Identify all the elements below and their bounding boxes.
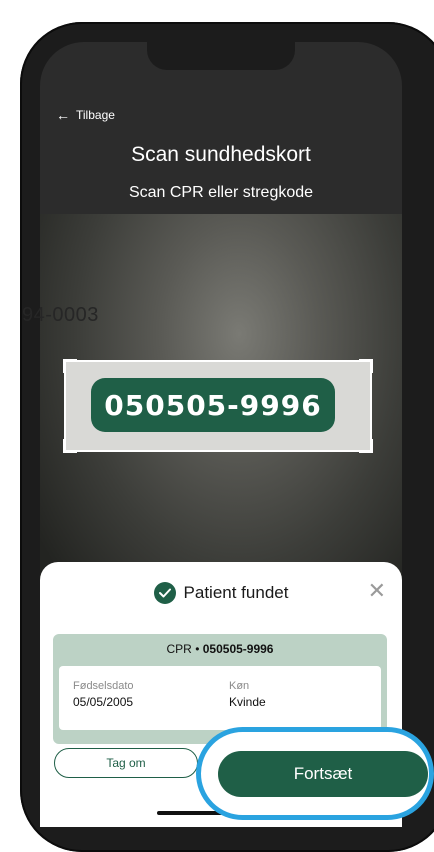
cpr-label: CPR bbox=[166, 642, 192, 656]
back-button[interactable]: ← Tilbage bbox=[56, 108, 115, 122]
cpr-value: 050505-9996 bbox=[202, 642, 274, 656]
cpr-line: CPR • 050505-9996 bbox=[53, 642, 387, 656]
sheet-header: Patient fundet bbox=[40, 582, 402, 604]
gender-label: Køn bbox=[229, 680, 250, 692]
check-circle-icon bbox=[153, 582, 176, 604]
page-subtitle: Scan CPR eller stregkode bbox=[128, 184, 314, 201]
continue-button[interactable]: Fortsæt bbox=[218, 751, 428, 797]
scan-corner-bottom-left bbox=[63, 439, 77, 453]
birthdate-label: Fødselsdato bbox=[73, 680, 134, 692]
cpr-separator: • bbox=[195, 642, 200, 656]
gender-field: Køn Kvinde bbox=[229, 680, 266, 709]
page-title: Scan sundhedskort bbox=[131, 143, 311, 166]
birthdate-value: 05/05/2005 bbox=[73, 695, 134, 709]
scan-corner-top-right bbox=[359, 359, 373, 373]
arrow-left-icon: ← bbox=[56, 107, 70, 123]
gender-value: Kvinde bbox=[229, 695, 266, 709]
patient-details: Fødselsdato 05/05/2005 Køn Kvinde bbox=[59, 666, 381, 730]
scan-corner-top-left bbox=[63, 359, 77, 373]
retake-button[interactable]: Tag om bbox=[54, 748, 198, 778]
detected-cpr-badge: 050505-9996 bbox=[91, 378, 335, 432]
close-icon[interactable]: ✕ bbox=[368, 580, 386, 602]
phone-notch bbox=[147, 42, 295, 70]
scan-corner-bottom-right bbox=[359, 439, 373, 453]
birthdate-field: Fødselsdato 05/05/2005 bbox=[73, 680, 134, 709]
card-partial-text: 94-0003 bbox=[22, 304, 99, 326]
sheet-title: Patient fundet bbox=[183, 583, 289, 602]
back-label: Tilbage bbox=[76, 108, 115, 122]
